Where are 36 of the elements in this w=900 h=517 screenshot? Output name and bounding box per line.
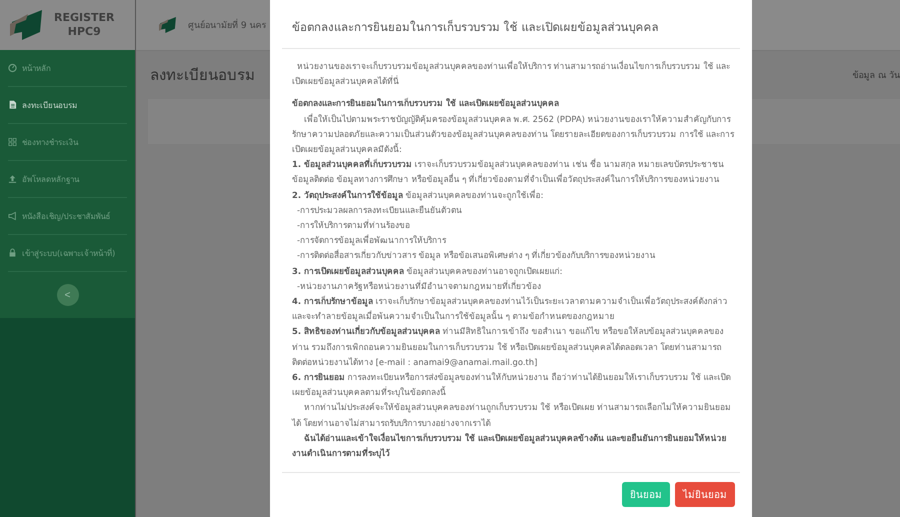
list-item: -การประมวลผลการลงทะเบียนและยืนยันตัวตน (296, 204, 464, 217)
sidebar-item[interactable]: หน้าหลัก (8, 50, 127, 87)
page-title: ลงทะเบียนอบรม (150, 65, 255, 86)
upload-icon (8, 174, 17, 184)
collapse-button[interactable]: < (56, 284, 78, 306)
megaphone-icon (8, 211, 17, 221)
paragraph: 3. การเปิดเผยข้อมูลส่วนบุคคล ข้อมูลส่วนบุคคลของท่านอาจถูกเปิดเผยแก่: (292, 264, 564, 279)
list-item: -การจัดการข้อมูลเพื่อพัฒนาการให้บริการ (296, 233, 448, 248)
paragraph: 1. ข้อมูลส่วนบุคคลที่เก็บรวบรวม เราจะเก็บรวบรวมข้อมูลส่วนบุคคลของท่าน เช่น ชื่อ นามสกุล หมายเลขบัตรประชาชน ข้อมูลติดต่อ ข้อมูลทางการศึกษา หรือข้อมูลอื่น ๆ ที่เกี่ยวข้องตามที่จำเป็นเพื่อวัตถุประสงค์ในการให้บริการของหน่วยงาน (292, 157, 726, 186)
app-name: REGISTER HPC9 (54, 10, 115, 40)
dialog-title: ข้อตกลงและการยินยอมในการเก็บรวบรวม ใช้ และเปิดเผยข้อมูลส่วนบุคคล (282, 0, 740, 49)
list-item: -การติดต่อสื่อสารเกี่ยวกับข่าวสาร ข้อมูล หรือข้อเสนอพิเศษต่าง ๆ ที่เกี่ยวข้องกับบริการของหน่วยงาน (296, 248, 657, 262)
paragraph: หากท่านไม่ประสงค์จะให้ข้อมูลส่วนบุคคลของท่านถูกเก็บรวบรวม ใช้ หรือเปิดเผย ท่านสามารถเลือกไม่ให้ความยินยอมได้ โดยท่านอาจไม่สามารถรับบริการบางอย่างจากเราได้ (292, 401, 732, 430)
grid-icon (8, 137, 17, 147)
paragraph: 4. การเก็บรักษาข้อมูล เราจะเก็บรักษาข้อมูลส่วนบุคคลของท่านไว้เป็นระยะเวลาตามความจำเป็นเพื่อวัตถุประสงค์ดังกล่าว และจะทำลายข้อมูลเมื่อพ้นความจำเป็นในการใช้ข้อมูลนั้น ๆ ตามข้อกำหนดของกฎหมาย (292, 294, 729, 324)
gauge-icon (8, 63, 17, 73)
sidebar-item[interactable]: ช่องทางชำระเงิน (8, 124, 127, 161)
sidebar-item[interactable]: เข้าสู่ระบบ(เฉพาะเจ้าหน้าที่) (8, 235, 127, 272)
section-heading: ข้อตกลงและการยินยอมในการเก็บรวบรวม ใช้ และเปิดเผยข้อมูลส่วนบุคคล (292, 96, 560, 111)
list-item: -การให้บริการตามที่ท่านร้องขอ (296, 218, 412, 232)
paragraph: ฉันได้อ่านและเข้าใจเงื่อนไขการเก็บรวบรวม ใช้ และเปิดเผยข้อมูลส่วนบุคคลข้างต้น และขอยืนยันการยินยอมให้หน่วยงานดำเนินการตามที่ระบุไว้ (292, 431, 728, 460)
sidebar-item[interactable]: อัพโหลดหลักฐาน (8, 161, 127, 198)
paragraph: หน่วยงานของเราจะเก็บรวบรวมข้อมูลส่วนบุคคลของท่านเพื่อให้บริการ ท่านสามารถอ่านเงื่อนไขการเก็บรวบรวม ใช้ และเปิดเผยข้อมูลส่วนบุคคลได้ที่นี่ (292, 59, 731, 88)
document-icon (8, 100, 17, 110)
sidebar-item[interactable]: หนังสือเชิญ/ประชาสัมพันธ์ (8, 198, 127, 235)
paragraph: เพื่อให้เป็นไปตามพระราชบัญญัติคุ้มครองข้อมูลส่วนบุคคล พ.ศ. 2562 (PDPA) หน่วยงานของเราให้ความสำคัญกับการรักษาความปลอดภัยและความเป็นส่วนตัวของข้อมูลส่วนบุคคลของท่าน โดยรายละเอียดของการเก็บรวบรวม การใช้ และการเปิดเผยข้อมูลส่วนบุคคลมีดังนี้: (292, 112, 734, 156)
decline-button[interactable]: ไม่ยินยอม (675, 482, 735, 507)
paragraph: 2. วัตถุประสงค์ในการใช้ข้อมูล ข้อมูลส่วนบุคคลของท่านจะถูกใช้เพื่อ: (292, 188, 544, 203)
sidebar-item[interactable]: ลงทะเบียนอบรม (8, 87, 127, 124)
paragraph: 5. สิทธิของท่านเกี่ยวกับข้อมูลส่วนบุคคล ท่านมีสิทธิในการเข้าถึง ขอสำเนา ขอแก้ไข หรือขอให้ลบข้อมูลส่วนบุคคลของท่าน รวมถึงการเพิกถอนความยินยอมในการเก็บรวบรวม ใช้ หรือเปิดเผยข้อมูลส่วนบุคคลได้ตลอดเวลา โดยท่านสามารถติดต่อหน่วยงานได้ทาง [e-mail : anamai9@anamai.mail.go.th] (292, 324, 725, 369)
paragraph: 6. การยินยอม การลงทะเบียนหรือการส่งข้อมูลของท่านให้กับหน่วยงาน ถือว่าท่านได้ยินยอมให้เราเก็บรวบรวม ใช้ และเปิดเผยข้อมูลส่วนบุคคลตามที่ระบุในข้อตกลงนี้ (292, 371, 732, 400)
accept-button[interactable]: ยินยอม (622, 482, 670, 507)
breadcrumb: ศูนย์อนามัยที่ 9 นคร (188, 18, 266, 32)
lock-icon (8, 248, 17, 258)
data-date-label: ข้อมูล ณ วัน (852, 70, 900, 82)
list-item: -หน่วยงานภาครัฐหรือหน่วยงานที่มีอำนาจตามกฎหมายที่เกี่ยวข้อง (296, 279, 542, 293)
